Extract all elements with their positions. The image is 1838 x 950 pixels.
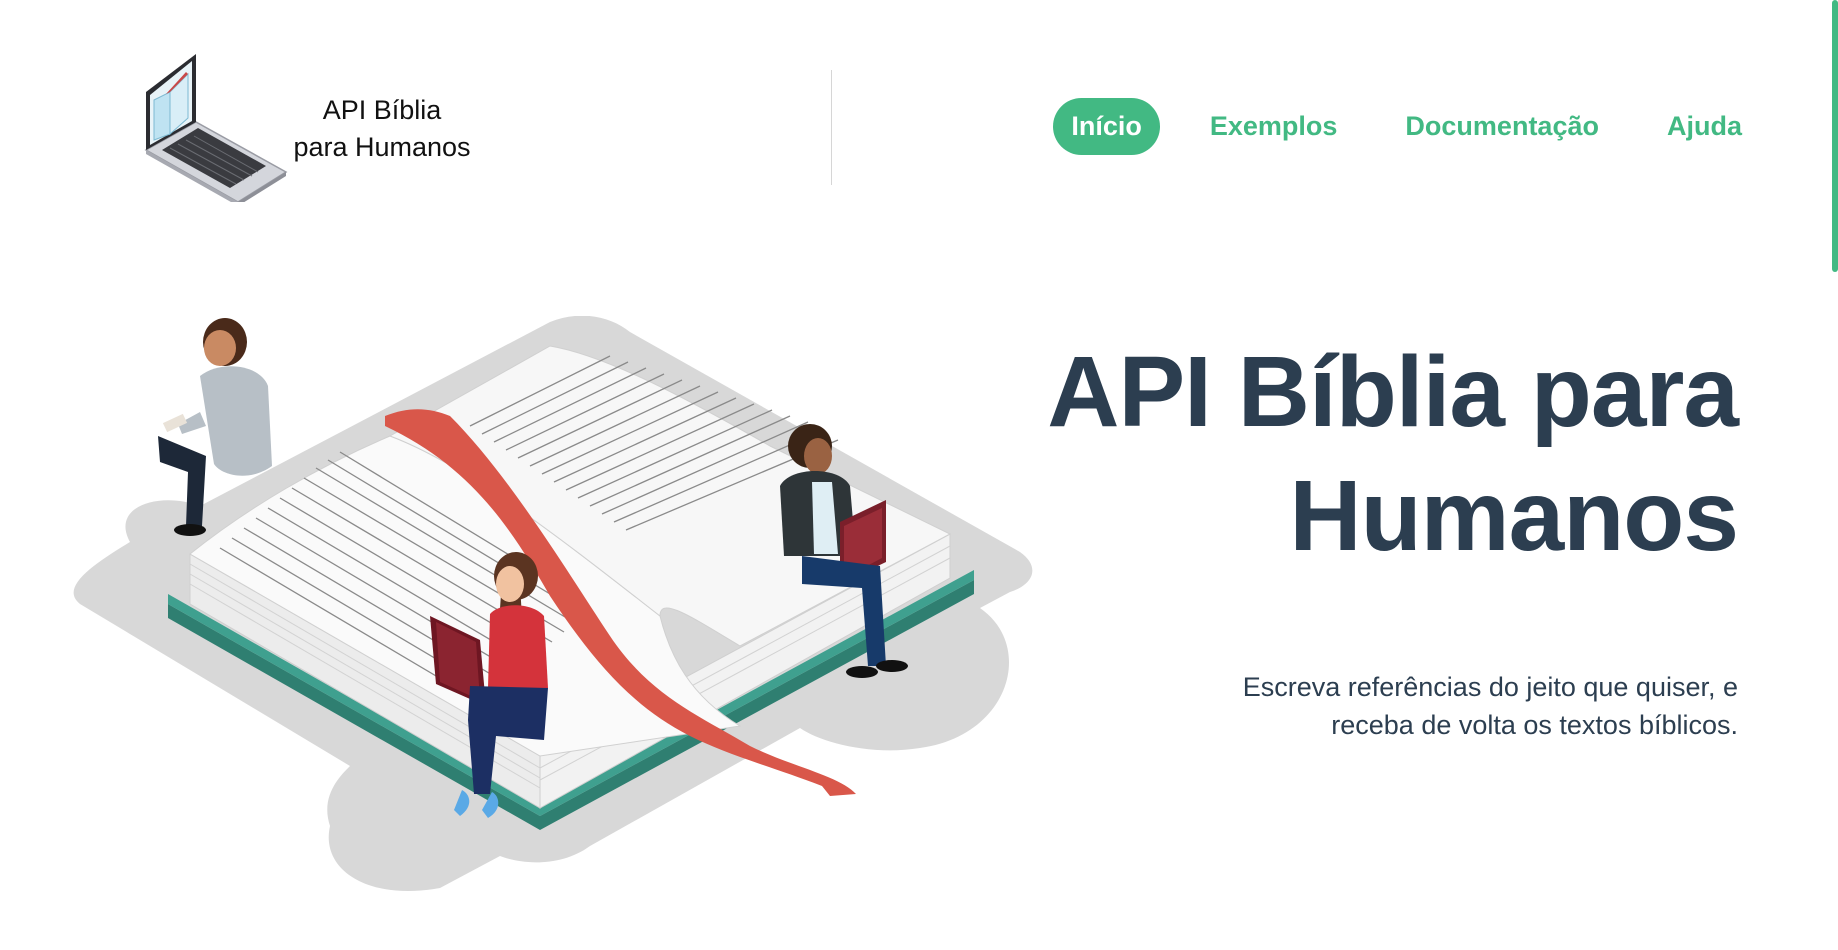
hero-title: API Bíblia para Humanos [1047,336,1739,572]
logo-link[interactable]: API Bíblia para Humanos [140,52,500,202]
hero-illustration [73,316,1033,892]
nav-link-ajuda[interactable]: Ajuda [1649,98,1760,155]
main-nav: Início Exemplos Documentação Ajuda [1053,98,1760,155]
scrollbar-thumb[interactable] [1832,0,1838,272]
hero-text: API Bíblia para Humanos Escreva referênc… [978,330,1739,744]
logo-text: API Bíblia para Humanos [293,95,471,162]
page: API Bíblia para Humanos Início Exemplos … [0,0,1838,950]
nav-link-exemplos[interactable]: Exemplos [1192,98,1356,155]
hero-subtitle: Escreva referências do jeito que quiser,… [1242,672,1738,740]
site-header: API Bíblia para Humanos Início Exemplos … [0,0,1838,272]
header-divider [831,70,832,185]
nav-link-inicio[interactable]: Início [1053,98,1160,155]
laptop-book-icon [144,54,288,202]
nav-link-documentacao[interactable]: Documentação [1387,98,1617,155]
